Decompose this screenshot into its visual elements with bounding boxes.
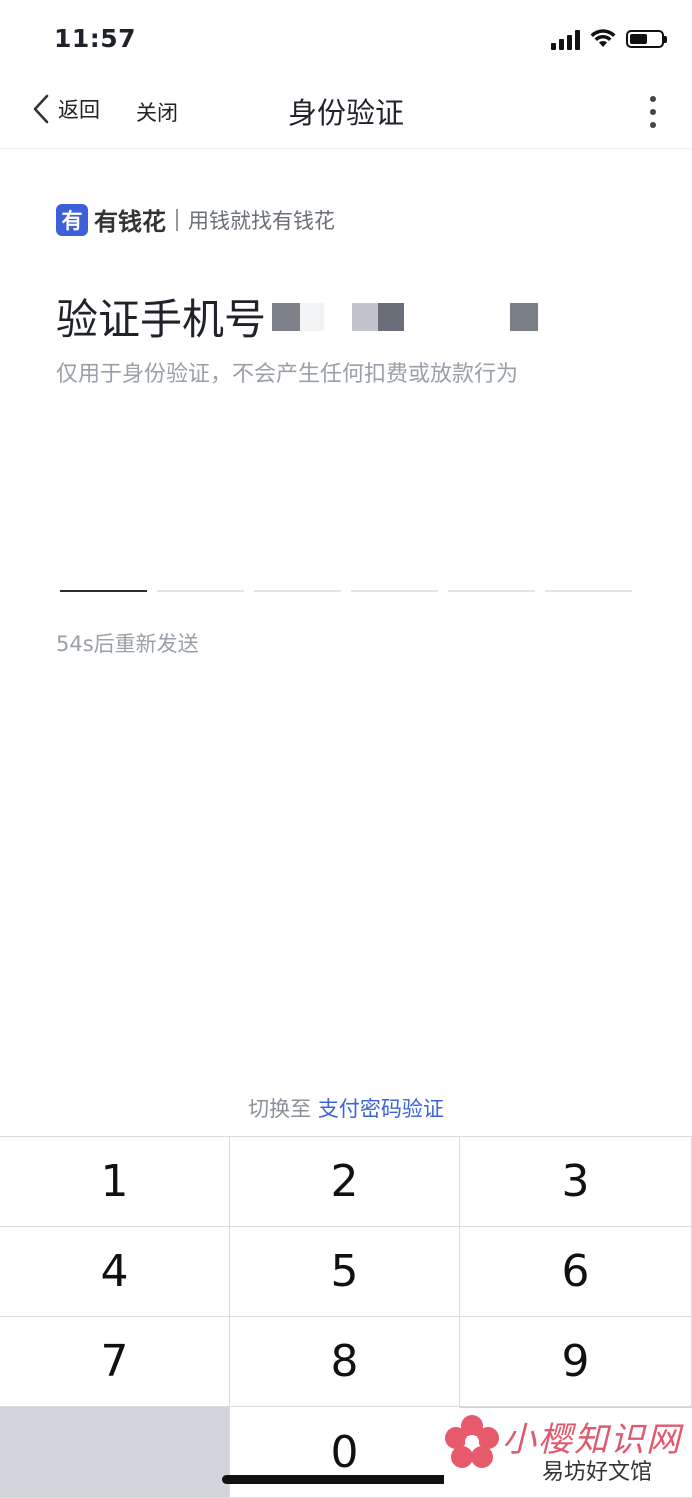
status-time: 11:57: [54, 24, 137, 53]
key-blank: [0, 1407, 230, 1498]
wifi-icon: [590, 29, 616, 47]
verification-code-input[interactable]: [60, 590, 632, 592]
brand-logo: 有: [56, 203, 88, 236]
watermark: 小樱知识网 易坊好文馆: [444, 1408, 692, 1497]
code-slot: [157, 590, 244, 592]
page-title: 身份验证: [287, 96, 404, 130]
masked-phone-number: [272, 302, 539, 331]
brand: 有 有钱花 用钱就找有钱花: [56, 202, 335, 237]
code-slot: [448, 590, 535, 592]
battery-level: [630, 34, 647, 44]
verify-subtitle: 仅用于身份验证，不会产生任何扣费或放款行为: [56, 362, 519, 387]
key-8[interactable]: 8: [230, 1317, 460, 1407]
brand-divider: [176, 208, 178, 231]
key-7[interactable]: 7: [0, 1317, 230, 1407]
code-slot: [254, 590, 341, 592]
watermark-subtitle: 易坊好文馆: [542, 1460, 653, 1485]
code-slot: [351, 590, 438, 592]
switch-method-row: 切换至 支付密码验证: [0, 1093, 692, 1123]
code-slot: [60, 590, 147, 592]
brand-slogan: 用钱就找有钱花: [188, 208, 335, 233]
brand-name: 有钱花: [94, 208, 166, 236]
battery-icon: [626, 30, 667, 48]
key-1[interactable]: 1: [0, 1137, 230, 1227]
cherry-blossom-icon: [445, 1415, 499, 1468]
home-indicator: [222, 1475, 468, 1484]
switch-prefix: 切换至: [248, 1097, 312, 1121]
verify-title: 验证手机号: [56, 295, 267, 344]
key-6[interactable]: 6: [460, 1227, 692, 1317]
code-slot: [545, 590, 632, 592]
key-9[interactable]: 9: [460, 1317, 692, 1407]
cellular-signal-icon: [551, 28, 580, 50]
key-3[interactable]: 3: [460, 1137, 692, 1227]
switch-to-payment-password-link[interactable]: 支付密码验证: [318, 1097, 444, 1121]
key-5[interactable]: 5: [230, 1227, 460, 1317]
resend-countdown: 54s后重新发送: [56, 632, 199, 656]
key-4[interactable]: 4: [0, 1227, 230, 1317]
status-icons: [551, 28, 667, 50]
more-menu-icon[interactable]: [650, 96, 656, 128]
key-0[interactable]: 0: [230, 1407, 460, 1498]
nav-bar: 返回 关闭 身份验证: [0, 80, 692, 149]
key-2[interactable]: 2: [230, 1137, 460, 1227]
verify-title-row: 验证手机号: [56, 286, 539, 347]
status-bar: 11:57: [0, 0, 692, 80]
